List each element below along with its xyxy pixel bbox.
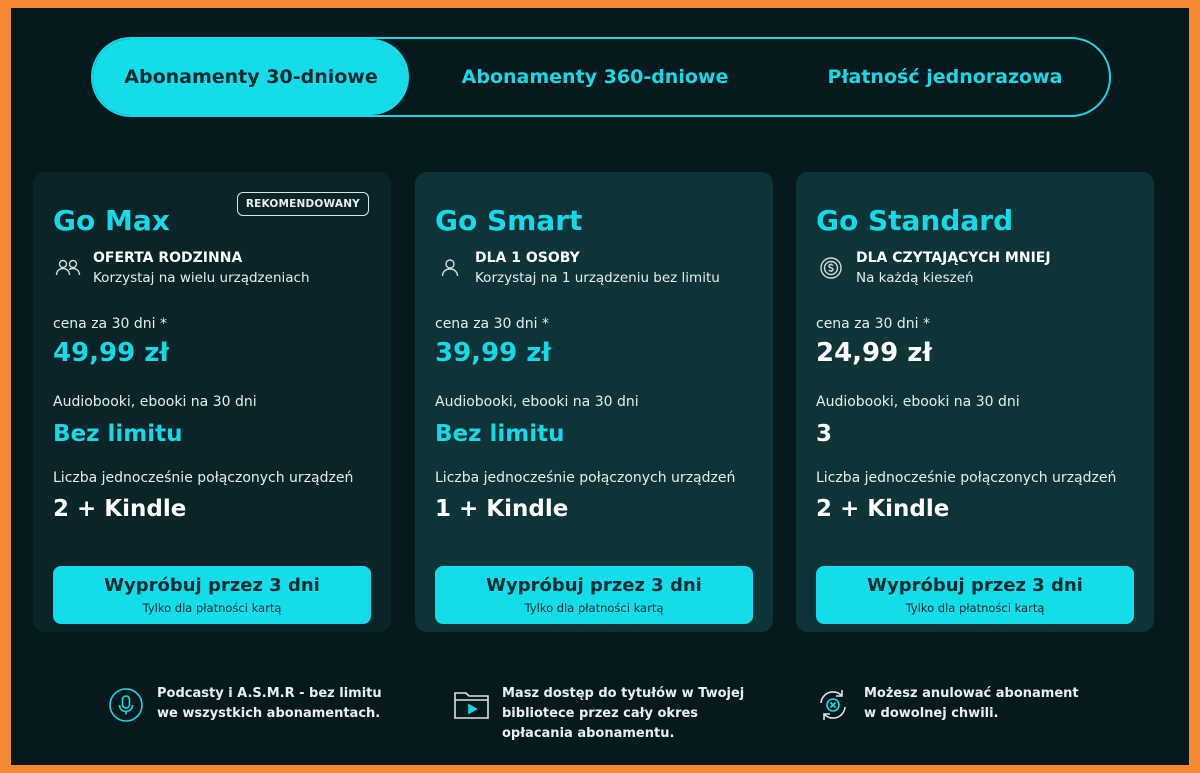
info-line: Możesz anulować abonament: [864, 686, 1079, 701]
price-label: cena za 30 dni *: [816, 316, 930, 332]
price-value: 39,99 zł: [435, 338, 552, 368]
users-icon: [53, 253, 83, 283]
plan-card-go-max: REKOMENDOWANY Go Max OFERTA RODZINNA Kor…: [33, 172, 391, 632]
info-cancel: Możesz anulować abonament w dowolnej chw…: [814, 684, 1079, 724]
plan-feature: DLA CZYTAJĄCYCH MNIEJ Na każdą kieszeń: [816, 250, 1051, 286]
recommended-badge: REKOMENDOWANY: [236, 192, 369, 216]
plan-feature: OFERTA RODZINNA Korzystaj na wielu urząd…: [53, 250, 310, 286]
books-value: Bez limitu: [53, 421, 183, 447]
info-line: Podcasty i A.S.M.R - bez limitu: [157, 686, 382, 701]
price-label: cena za 30 dni *: [435, 316, 549, 332]
devices-value: 2 + Kindle: [53, 496, 187, 522]
books-value: 3: [816, 421, 833, 447]
feature-title: DLA CZYTAJĄCYCH MNIEJ: [856, 250, 1051, 266]
plan-name: Go Smart: [435, 204, 583, 237]
cancel-cycle-icon: [814, 686, 852, 724]
books-label: Audiobooki, ebooki na 30 dni: [816, 394, 1020, 410]
feature-title: DLA 1 OSOBY: [475, 250, 580, 266]
info-line: w dowolnej chwili.: [864, 706, 999, 721]
plan-card-go-standard: Go Standard DLA CZYTAJĄCYCH MNIEJ Na każ…: [796, 172, 1154, 632]
try-button-sublabel: Tylko dla płatności kartą: [142, 601, 282, 615]
try-button[interactable]: Wypróbuj przez 3 dni Tylko dla płatności…: [816, 566, 1134, 624]
try-button-label: Wypróbuj przez 3 dni: [104, 575, 320, 596]
price-value: 24,99 zł: [816, 338, 933, 368]
plan-name: Go Max: [53, 204, 170, 237]
books-value: Bez limitu: [435, 421, 565, 447]
info-podcasts: Podcasty i A.S.M.R - bez limitu we wszys…: [107, 684, 382, 724]
info-line: bibliotece przez cały okres: [502, 706, 699, 721]
devices-label: Liczba jednocześnie połączonych urządzeń: [816, 470, 1117, 486]
try-button-sublabel: Tylko dla płatności kartą: [905, 601, 1045, 615]
plan-name: Go Standard: [816, 204, 1014, 237]
devices-value: 1 + Kindle: [435, 496, 569, 522]
price-label: cena za 30 dni *: [53, 316, 167, 332]
plan-feature: DLA 1 OSOBY Korzystaj na 1 urządzeniu be…: [435, 250, 720, 286]
library-folder-icon: [452, 686, 490, 724]
info-line: Masz dostęp do tytułów w Twojej: [502, 686, 745, 701]
tab-one-time-payment[interactable]: Płatność jednorazowa: [781, 39, 1109, 115]
try-button-label: Wypróbuj przez 3 dni: [867, 575, 1083, 596]
tab-30-day[interactable]: Abonamenty 30-dniowe: [93, 39, 409, 115]
price-value: 49,99 zł: [53, 338, 170, 368]
info-library: Masz dostęp do tytułów w Twojej bibliote…: [452, 684, 744, 744]
try-button-label: Wypróbuj przez 3 dni: [486, 575, 702, 596]
subscription-tabs: Abonamenty 30-dniowe Abonamenty 360-dnio…: [91, 37, 1111, 117]
info-line: we wszystkich abonamentach.: [157, 706, 381, 721]
devices-label: Liczba jednocześnie połączonych urządzeń: [435, 470, 736, 486]
info-line: opłacania abonamentu.: [502, 726, 675, 741]
books-label: Audiobooki, ebooki na 30 dni: [53, 394, 257, 410]
devices-value: 2 + Kindle: [816, 496, 950, 522]
feature-subtitle: Korzystaj na wielu urządzeniach: [93, 270, 310, 286]
microphone-icon: [107, 686, 145, 724]
coin-icon: [816, 253, 846, 283]
feature-title: OFERTA RODZINNA: [93, 250, 243, 266]
pricing-panel: Abonamenty 30-dniowe Abonamenty 360-dnio…: [11, 8, 1189, 765]
try-button[interactable]: Wypróbuj przez 3 dni Tylko dla płatności…: [435, 566, 753, 624]
devices-label: Liczba jednocześnie połączonych urządzeń: [53, 470, 354, 486]
plan-card-go-smart: Go Smart DLA 1 OSOBY Korzystaj na 1 urzą…: [415, 172, 773, 632]
try-button[interactable]: Wypróbuj przez 3 dni Tylko dla płatności…: [53, 566, 371, 624]
feature-subtitle: Korzystaj na 1 urządzeniu bez limitu: [475, 270, 720, 286]
tab-360-day[interactable]: Abonamenty 360-dniowe: [409, 39, 781, 115]
user-icon: [435, 253, 465, 283]
books-label: Audiobooki, ebooki na 30 dni: [435, 394, 639, 410]
try-button-sublabel: Tylko dla płatności kartą: [524, 601, 664, 615]
feature-subtitle: Na każdą kieszeń: [856, 270, 974, 286]
